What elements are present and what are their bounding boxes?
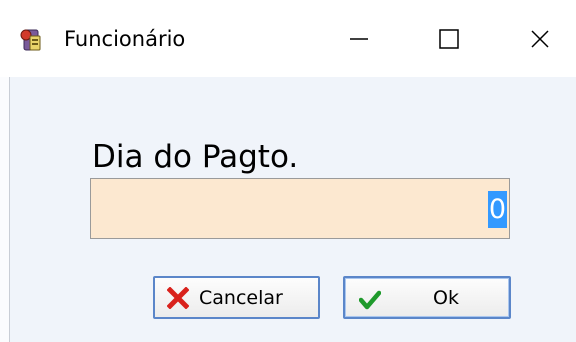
window-title: Funcionário (64, 27, 186, 51)
title-bar[interactable]: Funcionário (0, 0, 576, 77)
app-icon (20, 29, 41, 51)
green-check-icon (359, 290, 381, 310)
payment-day-value: 0 (487, 191, 507, 228)
minimize-icon (350, 38, 368, 40)
cancel-button-label: Cancelar (199, 287, 283, 309)
ok-button[interactable]: Ok (343, 276, 511, 319)
maximize-icon (439, 29, 459, 49)
ok-button-label: Ok (433, 287, 459, 309)
payment-day-input[interactable]: 0 (90, 178, 510, 239)
close-icon (531, 30, 549, 48)
cancel-button[interactable]: Cancelar (153, 276, 320, 319)
field-label: Dia do Pagto. (92, 139, 299, 175)
minimize-button[interactable] (324, 10, 396, 68)
red-x-icon (167, 287, 189, 309)
dialog-window: Funcionário Dia do Pagto. 0 Cancelar Ok (0, 0, 576, 342)
close-button[interactable] (504, 10, 576, 68)
maximize-button[interactable] (413, 10, 485, 68)
